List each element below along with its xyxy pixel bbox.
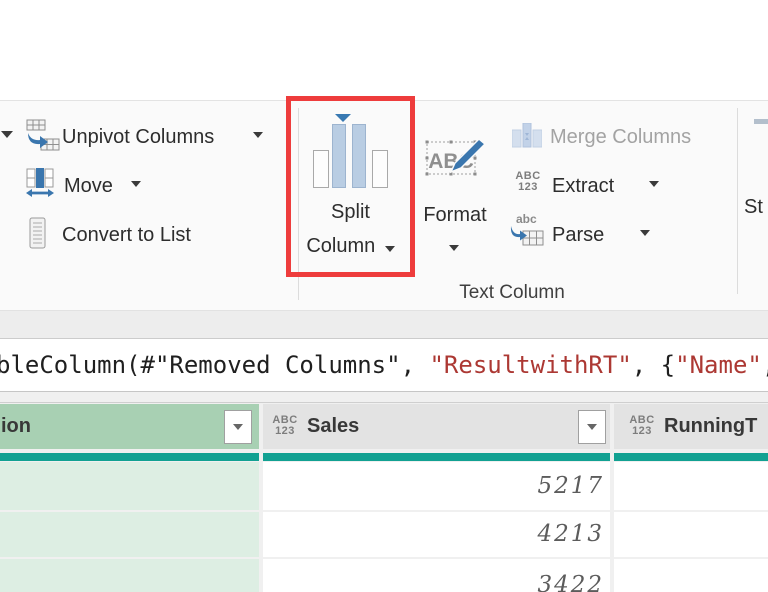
filter-dropdown-button[interactable]	[224, 410, 252, 444]
ribbon-lower-strip	[0, 310, 768, 338]
ribbon-group-separator	[737, 108, 738, 294]
format-label: Format	[423, 204, 487, 226]
parse-label: Parse	[552, 224, 605, 246]
chevron-down-icon	[640, 230, 650, 236]
move-label: Move	[64, 175, 113, 197]
header-accent-bar	[614, 453, 768, 461]
merge-columns-label: Merge Columns	[550, 126, 692, 148]
formula-text: bleColumn(#"Removed Columns", "Resultwit…	[0, 351, 768, 379]
column-header-sales[interactable]: ABC 123 Sales	[263, 404, 610, 449]
grid-top-border	[0, 402, 768, 403]
chevron-down-icon	[233, 424, 243, 430]
abc-123-type-icon[interactable]: ABC 123	[270, 415, 300, 437]
data-preview-grid: ion ABC 123 Sales ABC 123 RunningT 5217 …	[0, 392, 768, 592]
column-header-label: ion	[1, 415, 31, 437]
power-query-window: Unpivot Columns Move Convert to List Spl…	[0, 0, 768, 592]
abc-123-type-icon[interactable]: ABC 123	[627, 415, 657, 437]
format-icon: ABC	[425, 137, 487, 176]
format-button[interactable]: ABC Format	[418, 110, 492, 270]
table-cell[interactable]	[614, 462, 768, 510]
filter-dropdown-button[interactable]	[578, 410, 606, 444]
chevron-down-icon[interactable]	[1, 131, 13, 138]
chevron-down-icon	[449, 245, 459, 251]
chevron-down-icon	[649, 181, 659, 187]
text-column-group-label: Text Column	[459, 282, 565, 303]
table-cell[interactable]	[0, 512, 259, 557]
partial-icon-fragment	[754, 119, 768, 124]
unpivot-columns-label: Unpivot Columns	[62, 126, 215, 148]
header-accent-bar	[0, 453, 259, 461]
header-accent-bar	[263, 453, 610, 461]
column-header-label: Sales	[307, 415, 360, 437]
table-cell-sales[interactable]: 3422	[263, 559, 610, 592]
column-header-runningtotal[interactable]: ABC 123 RunningT	[614, 404, 768, 449]
chevron-down-icon	[131, 181, 141, 187]
convert-to-list-label: Convert to List	[62, 224, 191, 246]
table-cell[interactable]	[614, 512, 768, 557]
next-group-partial-label: St	[744, 196, 763, 218]
table-cell-sales[interactable]: 5217	[263, 462, 610, 510]
column-header-selected[interactable]: ion	[0, 404, 259, 449]
chevron-down-icon	[587, 424, 597, 430]
chevron-down-icon	[253, 132, 263, 138]
extract-label: Extract	[552, 175, 615, 197]
table-cell[interactable]	[0, 559, 259, 592]
table-cell[interactable]	[0, 462, 259, 510]
column-header-label: RunningT	[664, 415, 758, 437]
formula-bar[interactable]: bleColumn(#"Removed Columns", "Resultwit…	[0, 338, 768, 392]
highlight-box	[286, 96, 415, 277]
table-cell[interactable]	[614, 559, 768, 592]
table-cell-sales[interactable]: 4213	[263, 512, 610, 557]
